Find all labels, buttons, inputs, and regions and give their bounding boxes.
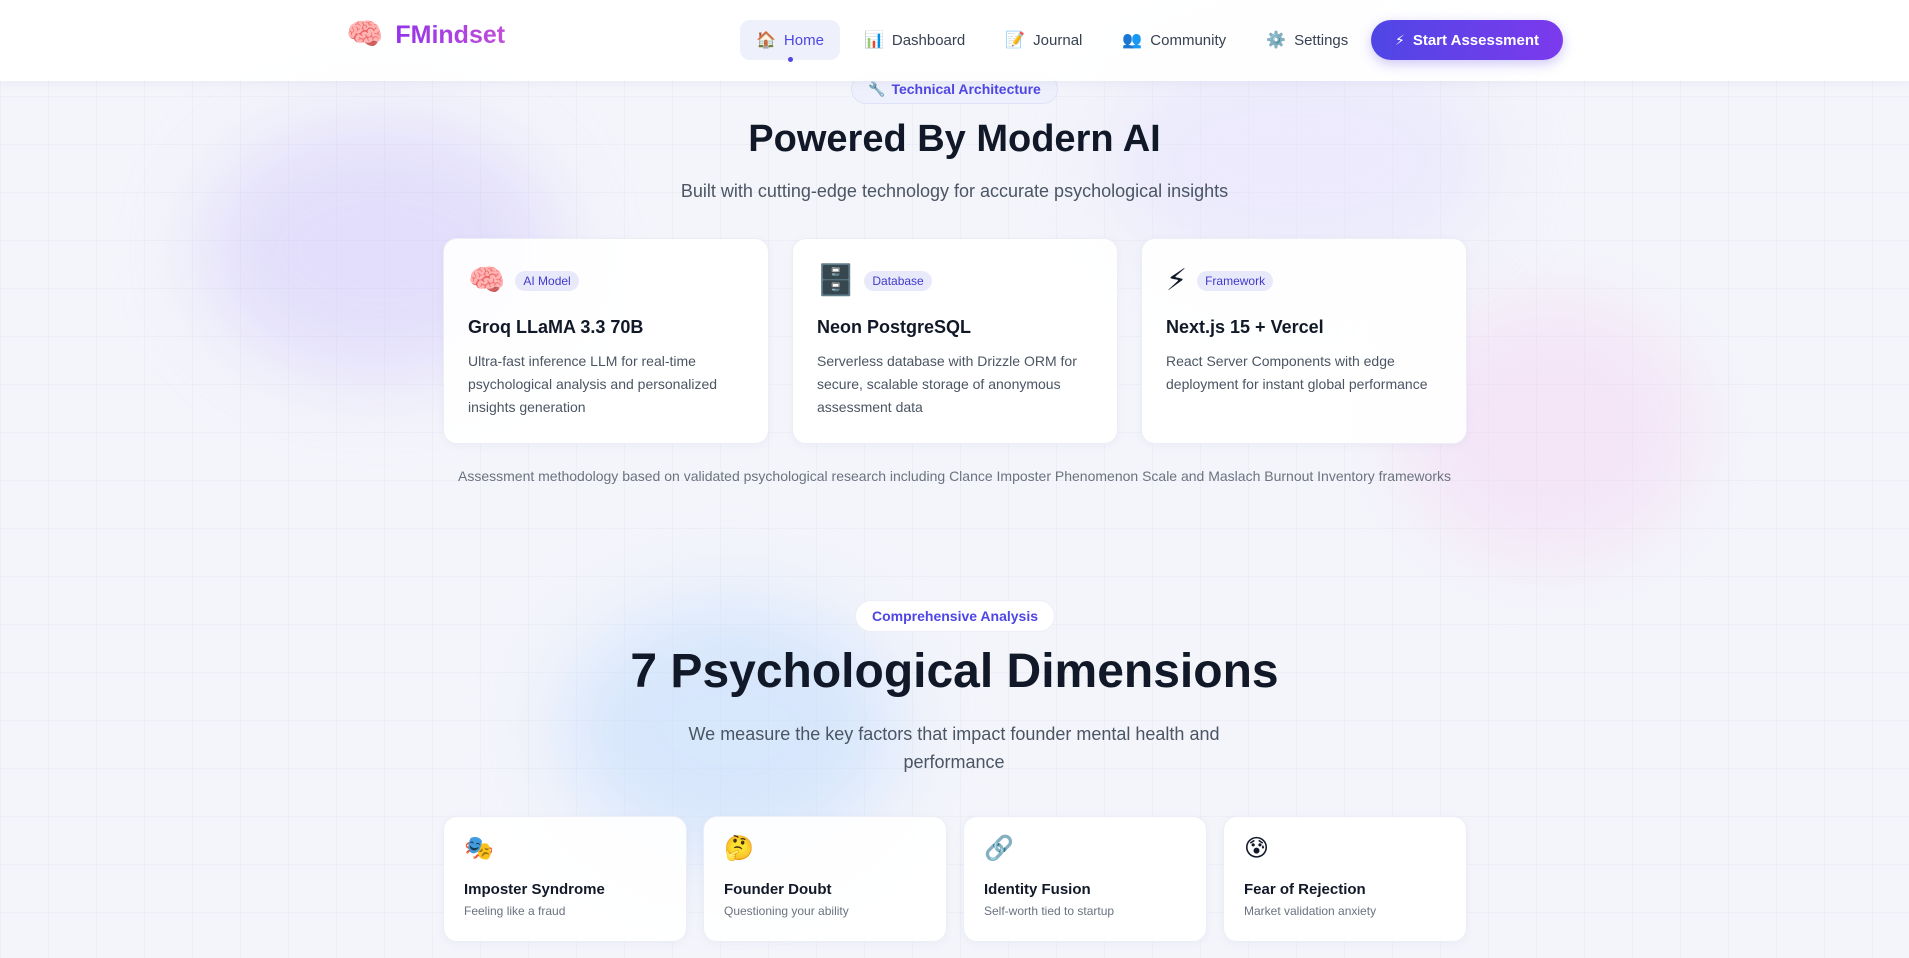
nav-link-label: Journal (1033, 31, 1083, 49)
dimension-description: Self-worth tied to startup (984, 904, 1115, 918)
nav-link-community[interactable]: 👥 Community (1106, 20, 1242, 60)
thinking-face-icon: 🤔 (724, 835, 754, 862)
active-indicator-dot (787, 57, 793, 62)
people-icon: 👥 (1122, 32, 1143, 49)
methodology-note: Assessment methodology based on validate… (458, 468, 1451, 484)
brain-icon: 🧠 (468, 264, 506, 297)
dimension-card-founder-doubt[interactable]: 🤔 Founder Doubt Questioning your ability (703, 816, 947, 942)
lightning-icon: ⚡ (1166, 264, 1188, 297)
tech-card-framework: ⚡ Framework Next.js 15 + Vercel React Se… (1141, 238, 1467, 444)
section-subtitle: Built with cutting-edge technology for a… (680, 181, 1229, 201)
tech-card-title: Next.js 15 + Vercel (1166, 317, 1324, 337)
brand-name: FMindset (395, 20, 506, 49)
pill-label: Technical Architecture (891, 81, 1041, 97)
tech-card-title: Groq LLaMA 3.3 70B (468, 317, 644, 337)
section-title: Powered By Modern AI (748, 118, 1161, 160)
nav-link-journal[interactable]: 📝 Journal (989, 20, 1098, 60)
dimension-card-imposter-syndrome[interactable]: 🎭 Imposter Syndrome Feeling like a fraud (443, 816, 687, 942)
tech-card-title: Neon PostgreSQL (817, 317, 972, 337)
nav-links: 🏠 Home 📊 Dashboard 📝 Journal 👥 Community… (740, 20, 1364, 62)
nav-link-label: Community (1150, 31, 1227, 49)
file-cabinet-icon: 🗄️ (817, 264, 855, 297)
dimension-card-identity-fusion[interactable]: 🔗 Identity Fusion Self-worth tied to sta… (963, 816, 1207, 942)
nav-link-label: Home (783, 31, 824, 49)
tech-card-description: React Server Components with edge deploy… (1166, 353, 1428, 392)
dimension-title: Founder Doubt (724, 881, 832, 898)
anxious-face-icon: 😰 (1244, 835, 1270, 862)
dimension-card-fear-of-rejection[interactable]: 😰 Fear of Rejection Market validation an… (1223, 816, 1467, 942)
nav-link-dashboard[interactable]: 📊 Dashboard (848, 20, 981, 60)
comprehensive-analysis-pill: Comprehensive Analysis (855, 600, 1055, 632)
dimension-description: Questioning your ability (724, 904, 849, 918)
nav-link-home[interactable]: 🏠 Home (740, 20, 840, 62)
link-icon: 🔗 (984, 835, 1014, 862)
section-subtitle: We measure the key factors that impact f… (688, 724, 1220, 772)
tech-badge: AI Model (515, 271, 579, 291)
tech-card-database: 🗄️ Database Neon PostgreSQL Serverless d… (792, 238, 1118, 444)
masks-icon: 🎭 (464, 835, 494, 862)
tech-card-description: Ultra-fast inference LLM for real-time p… (468, 353, 718, 415)
brain-icon: 🧠 (346, 18, 384, 51)
dimension-description: Market validation anxiety (1244, 904, 1377, 918)
home-icon: 🏠 (756, 32, 776, 49)
nav-link-label: Settings (1294, 31, 1349, 49)
lightning-icon: ⚡ (1394, 31, 1405, 48)
top-navbar: 🧠 FMindset 🏠 Home 📊 Dashboard 📝 Journal … (0, 0, 1909, 81)
nav-link-settings[interactable]: ⚙️ Settings (1250, 20, 1364, 60)
dimension-description: Feeling like a fraud (464, 904, 566, 918)
dimension-title: Imposter Syndrome (464, 881, 605, 898)
section-title: 7 Psychological Dimensions (630, 645, 1279, 698)
start-assessment-label: Start Assessment (1412, 31, 1539, 49)
tech-badge: Framework (1197, 271, 1274, 291)
dimension-title: Identity Fusion (984, 881, 1091, 898)
start-assessment-button[interactable]: ⚡ Start Assessment (1371, 20, 1563, 60)
bar-chart-icon: 📊 (863, 32, 884, 49)
memo-icon: 📝 (1005, 32, 1026, 49)
tech-card-description: Serverless database with Drizzle ORM for… (817, 353, 1077, 415)
nav-link-label: Dashboard (891, 31, 966, 49)
tech-badge: Database (864, 271, 932, 291)
dimension-title: Fear of Rejection (1244, 881, 1366, 898)
tech-card-ai-model: 🧠 AI Model Groq LLaMA 3.3 70B Ultra-fast… (443, 238, 769, 444)
gear-icon: ⚙️ (1266, 32, 1287, 49)
brand-logo[interactable]: 🧠 FMindset (346, 20, 505, 50)
wrench-icon: 🔧 (868, 80, 886, 97)
